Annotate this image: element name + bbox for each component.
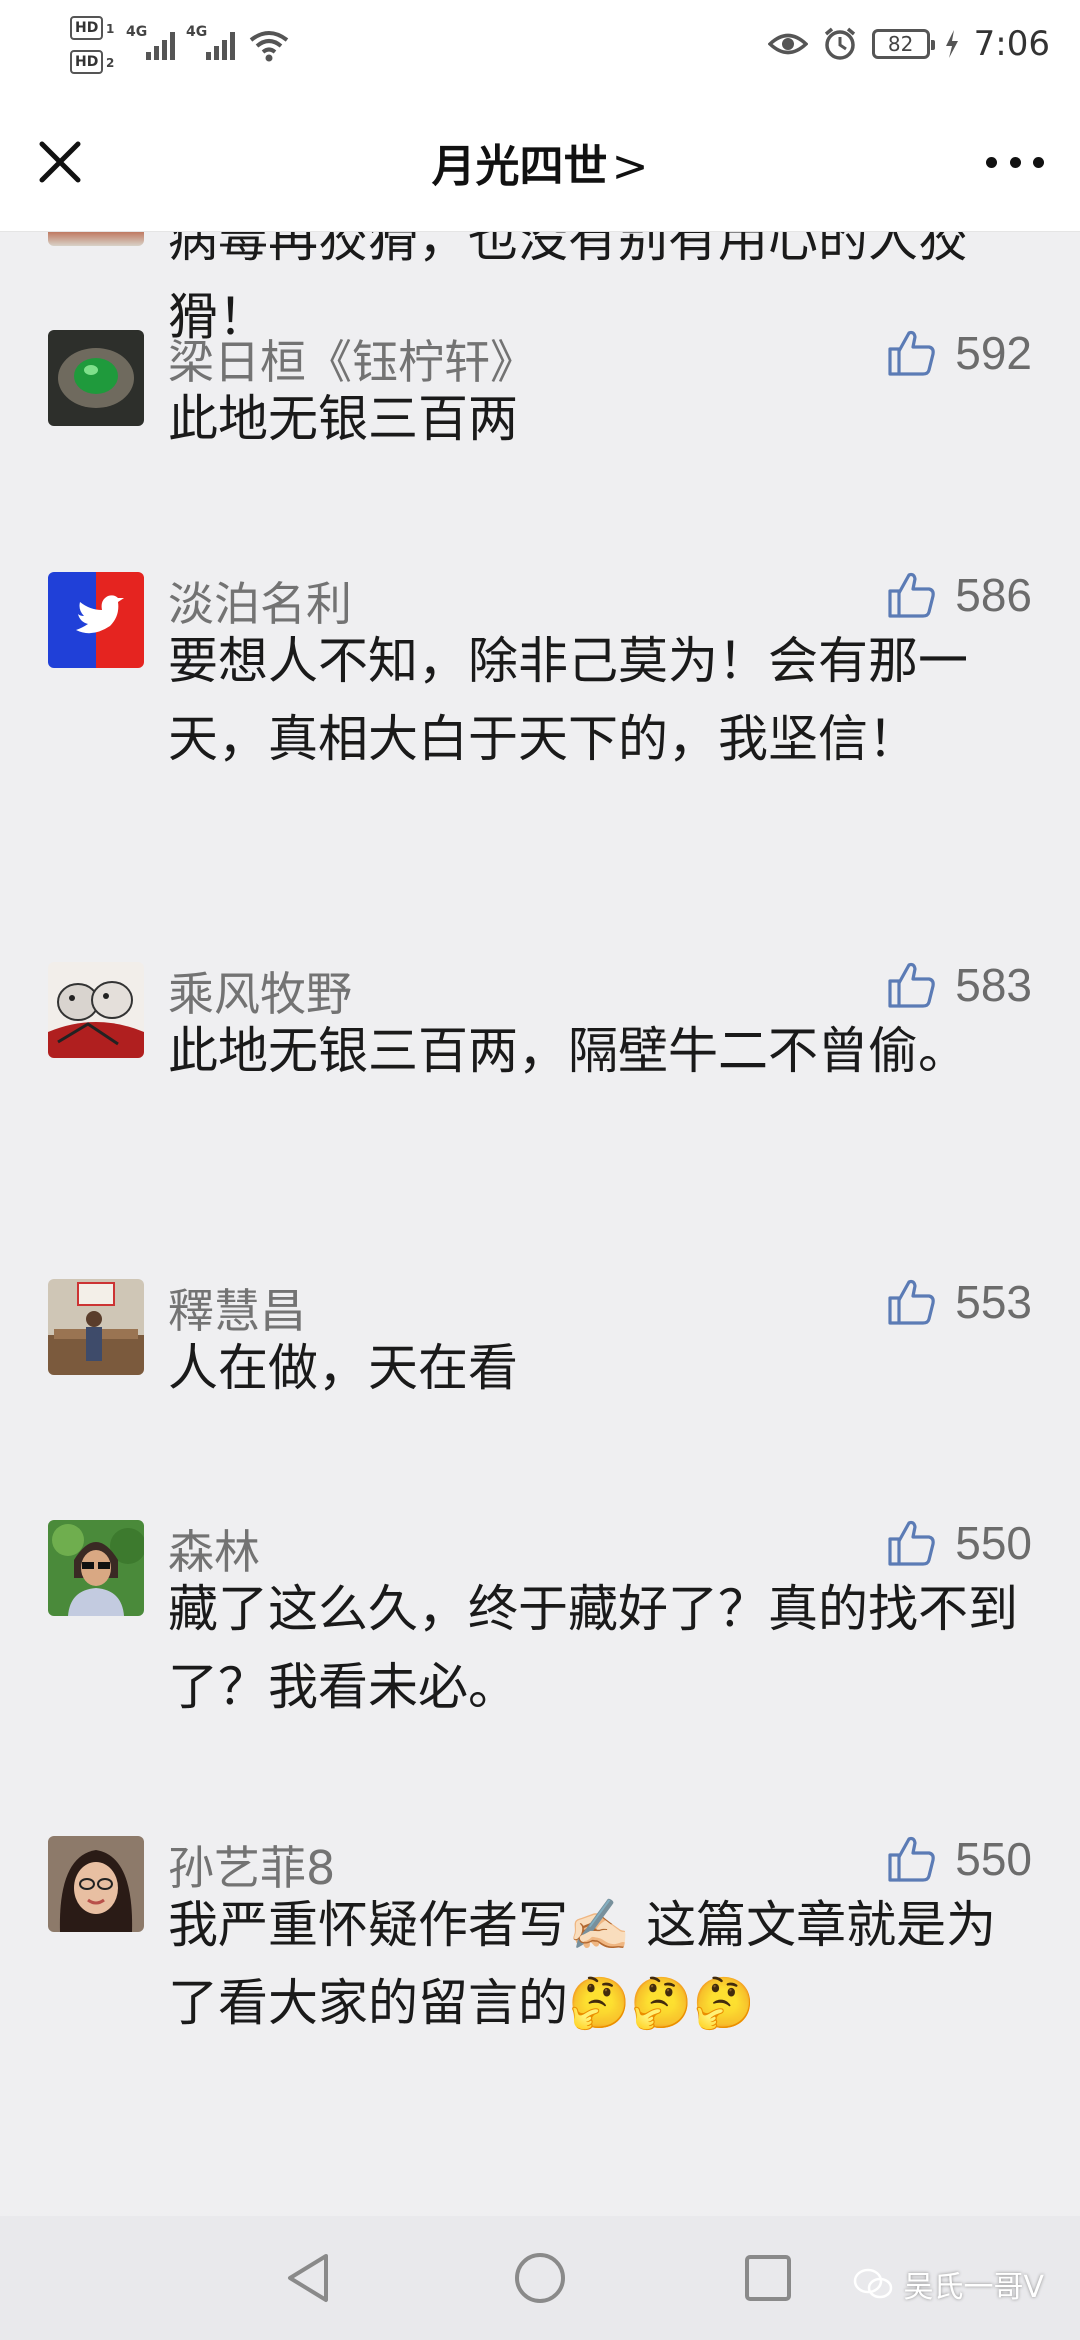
comment-text: 此地无银三百两，隔壁牛二不曾偷。 [168,1022,968,1080]
comment-text: 藏了这么久，终于藏好了？真的找不到了？我看未必。 [168,1580,1018,1716]
like-count: 583 [955,959,1032,1011]
comment-item: 梁日桓《钰柠轩》 592 此地无银三百两 [0,327,1080,480]
like-button[interactable]: 592 [885,326,1032,380]
avatar[interactable] [48,1520,144,1616]
thumbs-up-icon [888,330,936,376]
more-button[interactable] [980,140,1050,184]
like-button[interactable]: 583 [885,958,1032,1012]
wifi-icon [249,31,289,62]
like-count: 553 [955,1276,1032,1328]
like-button[interactable]: 550 [885,1832,1032,1886]
thumbs-up-icon [888,572,936,618]
comment-text: 此地无银三百两 [168,390,518,448]
more-dot-icon [986,156,997,168]
hd2-sub: 2 [106,56,115,70]
avatar[interactable] [48,1836,144,1932]
system-nav-bar: 吴氏一哥V [0,2216,1080,2340]
eye-icon [767,33,808,55]
nav-recent-button[interactable] [734,2244,802,2312]
watermark: 吴氏一哥V [853,2262,1044,2306]
like-button[interactable]: 586 [885,568,1032,622]
avatar[interactable] [48,330,144,426]
watermark-text: 吴氏一哥V [903,2270,1044,2305]
signal2-icon [206,32,235,60]
home-circle-icon [515,2253,565,2303]
nav-back-button[interactable] [276,2244,344,2312]
like-button[interactable]: 553 [885,1275,1032,1329]
hd1-sub: 1 [106,22,115,36]
like-count: 550 [955,1833,1032,1885]
net2-label: 4G [186,24,208,40]
more-dot-icon [1009,156,1021,168]
avatar[interactable] [48,962,144,1058]
clock: 7:06 [973,24,1050,64]
hd2-badge: HD [70,50,104,74]
comment-item: 淡泊名利 586 要想人不知，除非己莫为！会有那一天，真相大白于天下的，我坚信！ [0,569,1080,812]
comment-item: 乘风牧野 583 此地无银三百两，隔壁牛二不曾偷。 [0,959,1080,1142]
like-count: 586 [955,569,1032,621]
page-title-text: 月光四世 [431,141,608,192]
alarm-icon [824,27,855,60]
like-count: 592 [955,327,1032,379]
hd1-badge: HD [70,16,104,40]
comment-item: 釋慧昌 553 人在做，天在看 [0,1276,1080,1399]
avatar[interactable] [48,232,144,246]
comment-text: 人在做，天在看 [168,1339,518,1397]
battery-indicator: 82 [871,29,935,59]
more-dot-icon [1033,156,1044,168]
charging-icon [945,30,958,58]
wechat-icon [854,2268,893,2299]
avatar[interactable] [48,572,144,668]
title-bar: 月光四世> [0,92,1080,232]
like-button[interactable]: 550 [885,1516,1032,1570]
chevron-right-icon: > [611,141,649,192]
comment-text: 要想人不知，除非己莫为！会有那一天，真相大白于天下的，我坚信！ [168,632,968,768]
status-right: 82 7:06 [767,22,1050,66]
thumbs-up-icon [888,1279,936,1325]
comment-item: 孙艺菲8 550 我严重怀疑作者写✍🏻 这篇文章就是为了看大家的留言的🤔🤔🤔 [0,1833,1080,2076]
page-title[interactable]: 月光四世> [0,130,1080,194]
thumbs-up-icon [888,962,936,1008]
thumbs-up-icon [888,1520,936,1566]
net1-label: 4G [126,24,148,40]
comment-list: 病毒再狡猾，也没有别有用心的人狡猾！ 梁日桓《钰柠轩》 592 此地无银三百两 [0,232,1080,2216]
nav-home-button[interactable] [506,2244,574,2312]
back-triangle-icon [288,2254,328,2302]
avatar[interactable] [48,1279,144,1375]
thumbs-up-icon [888,1836,936,1882]
comment-text: 我严重怀疑作者写✍🏻 这篇文章就是为了看大家的留言的🤔🤔🤔 [168,1896,997,2032]
comment-item: 森林 550 藏了这么久，终于藏好了？真的找不到了？我看未必。 [0,1517,1080,1716]
like-count: 550 [955,1517,1032,1569]
recent-square-icon [745,2255,791,2301]
status-bar: HD 1 HD 2 4G 4G 82 7:06 [0,0,1080,92]
signal1-icon [146,32,175,60]
